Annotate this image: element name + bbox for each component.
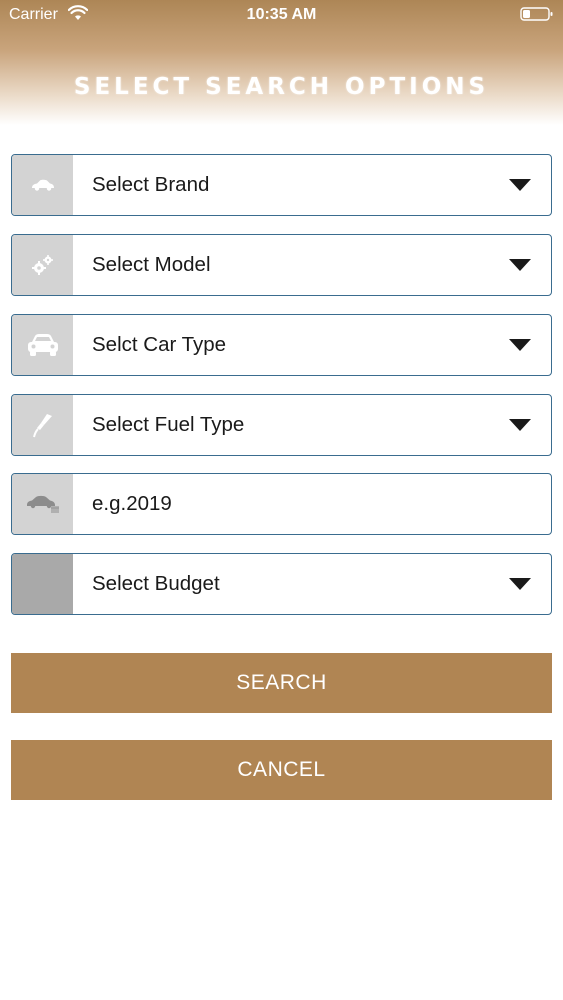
- chevron-down-icon: [509, 419, 531, 431]
- budget-icon-box: [12, 554, 73, 614]
- fuel-type-label: Select Fuel Type: [92, 413, 245, 436]
- car-type-icon-box: [12, 315, 73, 375]
- car-type-dropdown[interactable]: Selct Car Type: [11, 314, 552, 376]
- cancel-button[interactable]: CANCEL: [11, 740, 552, 800]
- budget-label: Select Budget: [92, 572, 220, 595]
- chevron-down-icon: [509, 339, 531, 351]
- fuel-type-icon-box: [12, 395, 73, 455]
- car-front-icon: [27, 334, 58, 356]
- year-input[interactable]: e.g.2019: [11, 473, 552, 535]
- model-label: Select Model: [92, 253, 211, 276]
- chevron-down-icon: [509, 179, 531, 191]
- search-button[interactable]: SEARCH: [11, 653, 552, 713]
- car-silhouette-icon: [31, 179, 54, 191]
- brand-dropdown[interactable]: Select Brand: [11, 154, 552, 216]
- battery-icon: [520, 6, 554, 27]
- gears-icon: [31, 255, 53, 275]
- status-time: 10:35 AM: [246, 6, 317, 23]
- car-type-label: Selct Car Type: [92, 333, 227, 356]
- page-title: SELECT SEARCH OPTIONS: [73, 74, 490, 100]
- car-calendar-icon: [26, 495, 59, 513]
- fuel-type-dropdown[interactable]: Select Fuel Type: [11, 394, 552, 456]
- chevron-down-icon: [509, 259, 531, 271]
- model-icon-box: [12, 235, 73, 295]
- budget-dropdown[interactable]: Select Budget: [11, 553, 552, 615]
- status-bar: Carrier 10:35 AM: [0, 0, 563, 30]
- brand-label: Select Brand: [92, 173, 210, 196]
- brand-icon-box: [12, 155, 73, 215]
- year-placeholder: e.g.2019: [92, 492, 172, 515]
- model-dropdown[interactable]: Select Model: [11, 234, 552, 296]
- chevron-down-icon: [509, 578, 531, 590]
- year-icon-box: [12, 474, 73, 534]
- fuel-nozzle-icon: [32, 414, 52, 438]
